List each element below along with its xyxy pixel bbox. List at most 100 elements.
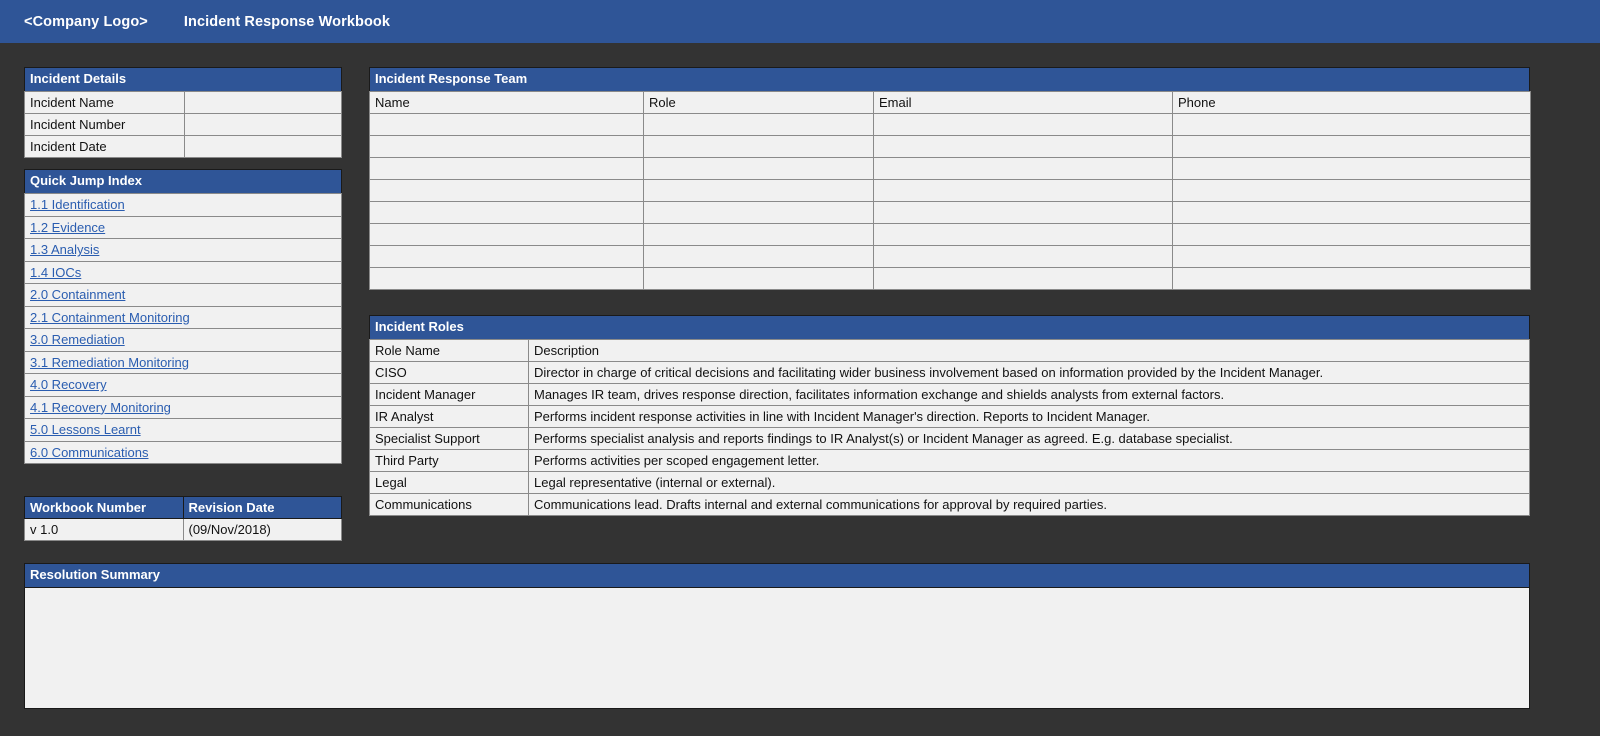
quick-jump-link-4-0[interactable]: 4.0 Recovery <box>24 373 342 397</box>
table-row: Communications Communications lead. Draf… <box>369 493 1530 516</box>
table-row <box>369 179 1531 202</box>
resolution-summary-panel: Resolution Summary <box>24 563 1530 709</box>
team-name-cell[interactable] <box>369 223 644 246</box>
table-row: Incident Date <box>24 135 342 158</box>
team-phone-cell[interactable] <box>1172 135 1531 158</box>
column-header-phone: Phone <box>1172 91 1531 114</box>
link-text[interactable]: 1.2 Evidence <box>30 220 105 235</box>
role-name-ir-analyst: IR Analyst <box>369 405 529 428</box>
quick-jump-link-1-3[interactable]: 1.3 Analysis <box>24 238 342 262</box>
column-header-role-name: Role Name <box>369 339 529 362</box>
incident-date-label: Incident Date <box>24 135 185 158</box>
resolution-summary-textarea[interactable] <box>24 587 1530 709</box>
quick-jump-link-2-0[interactable]: 2.0 Containment <box>24 283 342 307</box>
role-description-ir-analyst: Performs incident response activities in… <box>528 405 1530 428</box>
quick-jump-link-1-2[interactable]: 1.2 Evidence <box>24 215 342 239</box>
incident-details-panel: Incident Details Incident Name Incident … <box>24 67 342 158</box>
team-email-cell[interactable] <box>873 157 1173 180</box>
quick-jump-link-3-0[interactable]: 3.0 Remediation <box>24 328 342 352</box>
team-email-cell[interactable] <box>873 135 1173 158</box>
workbook-version-panel: Workbook Number Revision Date v 1.0 (09/… <box>24 496 342 541</box>
list-item: 1.4 IOCs <box>24 260 342 284</box>
team-phone-cell[interactable] <box>1172 223 1531 246</box>
role-description-incident-manager: Manages IR team, drives response directi… <box>528 383 1530 406</box>
resolution-summary-header: Resolution Summary <box>24 563 1530 587</box>
team-role-cell[interactable] <box>643 267 874 290</box>
team-email-cell[interactable] <box>873 179 1173 202</box>
team-name-cell[interactable] <box>369 201 644 224</box>
revision-date-header: Revision Date <box>182 496 342 519</box>
team-phone-cell[interactable] <box>1172 157 1531 180</box>
incident-roles-header: Incident Roles <box>369 315 1530 339</box>
role-name-specialist-support: Specialist Support <box>369 427 529 450</box>
list-item: 2.0 Containment <box>24 283 342 307</box>
team-role-cell[interactable] <box>643 201 874 224</box>
team-phone-cell[interactable] <box>1172 245 1531 268</box>
link-text[interactable]: 5.0 Lessons Learnt <box>30 422 141 437</box>
quick-jump-link-1-4[interactable]: 1.4 IOCs <box>24 260 342 284</box>
column-header-role: Role <box>643 91 874 114</box>
list-item: 1.1 Identification <box>24 193 342 217</box>
team-role-cell[interactable] <box>643 135 874 158</box>
list-item: 2.1 Containment Monitoring <box>24 305 342 329</box>
team-role-cell[interactable] <box>643 179 874 202</box>
team-name-cell[interactable] <box>369 245 644 268</box>
team-phone-cell[interactable] <box>1172 201 1531 224</box>
team-name-cell[interactable] <box>369 113 644 136</box>
team-phone-cell[interactable] <box>1172 113 1531 136</box>
quick-jump-index-panel: Quick Jump Index 1.1 Identification 1.2 … <box>24 169 342 464</box>
quick-jump-link-5-0[interactable]: 5.0 Lessons Learnt <box>24 418 342 442</box>
team-name-cell[interactable] <box>369 179 644 202</box>
team-name-cell[interactable] <box>369 267 644 290</box>
team-email-cell[interactable] <box>873 201 1173 224</box>
table-row <box>369 201 1531 224</box>
team-role-cell[interactable] <box>643 223 874 246</box>
team-role-cell[interactable] <box>643 245 874 268</box>
list-item: 3.1 Remediation Monitoring <box>24 350 342 374</box>
team-phone-cell[interactable] <box>1172 267 1531 290</box>
incident-name-input[interactable] <box>184 91 342 114</box>
team-email-cell[interactable] <box>873 113 1173 136</box>
link-text[interactable]: 1.1 Identification <box>30 197 125 212</box>
incident-number-input[interactable] <box>184 113 342 136</box>
workbook-number-value: v 1.0 <box>24 518 184 541</box>
link-text[interactable]: 4.1 Recovery Monitoring <box>30 400 171 415</box>
link-text[interactable]: 2.1 Containment Monitoring <box>30 310 190 325</box>
incident-date-input[interactable] <box>184 135 342 158</box>
column-header-name: Name <box>369 91 644 114</box>
app-header-bar: <Company Logo> Incident Response Workboo… <box>0 0 1600 43</box>
link-text[interactable]: 3.0 Remediation <box>30 332 125 347</box>
table-row <box>369 113 1531 136</box>
quick-jump-link-2-1[interactable]: 2.1 Containment Monitoring <box>24 305 342 329</box>
list-item: 5.0 Lessons Learnt <box>24 418 342 442</box>
role-description-specialist-support: Performs specialist analysis and reports… <box>528 427 1530 450</box>
team-email-cell[interactable] <box>873 245 1173 268</box>
table-row <box>369 267 1531 290</box>
role-name-communications: Communications <box>369 493 529 516</box>
quick-jump-link-1-1[interactable]: 1.1 Identification <box>24 193 342 217</box>
team-role-cell[interactable] <box>643 157 874 180</box>
link-text[interactable]: 2.0 Containment <box>30 287 125 302</box>
team-name-cell[interactable] <box>369 135 644 158</box>
quick-jump-link-6-0[interactable]: 6.0 Communications <box>24 440 342 464</box>
team-role-cell[interactable] <box>643 113 874 136</box>
role-name-ciso: CISO <box>369 361 529 384</box>
team-email-cell[interactable] <box>873 223 1173 246</box>
table-row: CISO Director in charge of critical deci… <box>369 361 1530 384</box>
quick-jump-link-4-1[interactable]: 4.1 Recovery Monitoring <box>24 395 342 419</box>
team-phone-cell[interactable] <box>1172 179 1531 202</box>
team-email-cell[interactable] <box>873 267 1173 290</box>
column-header-description: Description <box>528 339 1530 362</box>
quick-jump-link-3-1[interactable]: 3.1 Remediation Monitoring <box>24 350 342 374</box>
link-text[interactable]: 3.1 Remediation Monitoring <box>30 355 189 370</box>
quick-jump-index-table: 1.1 Identification 1.2 Evidence 1.3 Anal… <box>24 193 342 464</box>
team-name-cell[interactable] <box>369 157 644 180</box>
column-header-email: Email <box>873 91 1173 114</box>
link-text[interactable]: 1.4 IOCs <box>30 265 81 280</box>
table-header-row: Role Name Description <box>369 339 1530 362</box>
link-text[interactable]: 4.0 Recovery <box>30 377 107 392</box>
list-item: 6.0 Communications <box>24 440 342 464</box>
link-text[interactable]: 6.0 Communications <box>30 445 149 460</box>
table-row: Incident Name <box>24 91 342 114</box>
link-text[interactable]: 1.3 Analysis <box>30 242 99 257</box>
